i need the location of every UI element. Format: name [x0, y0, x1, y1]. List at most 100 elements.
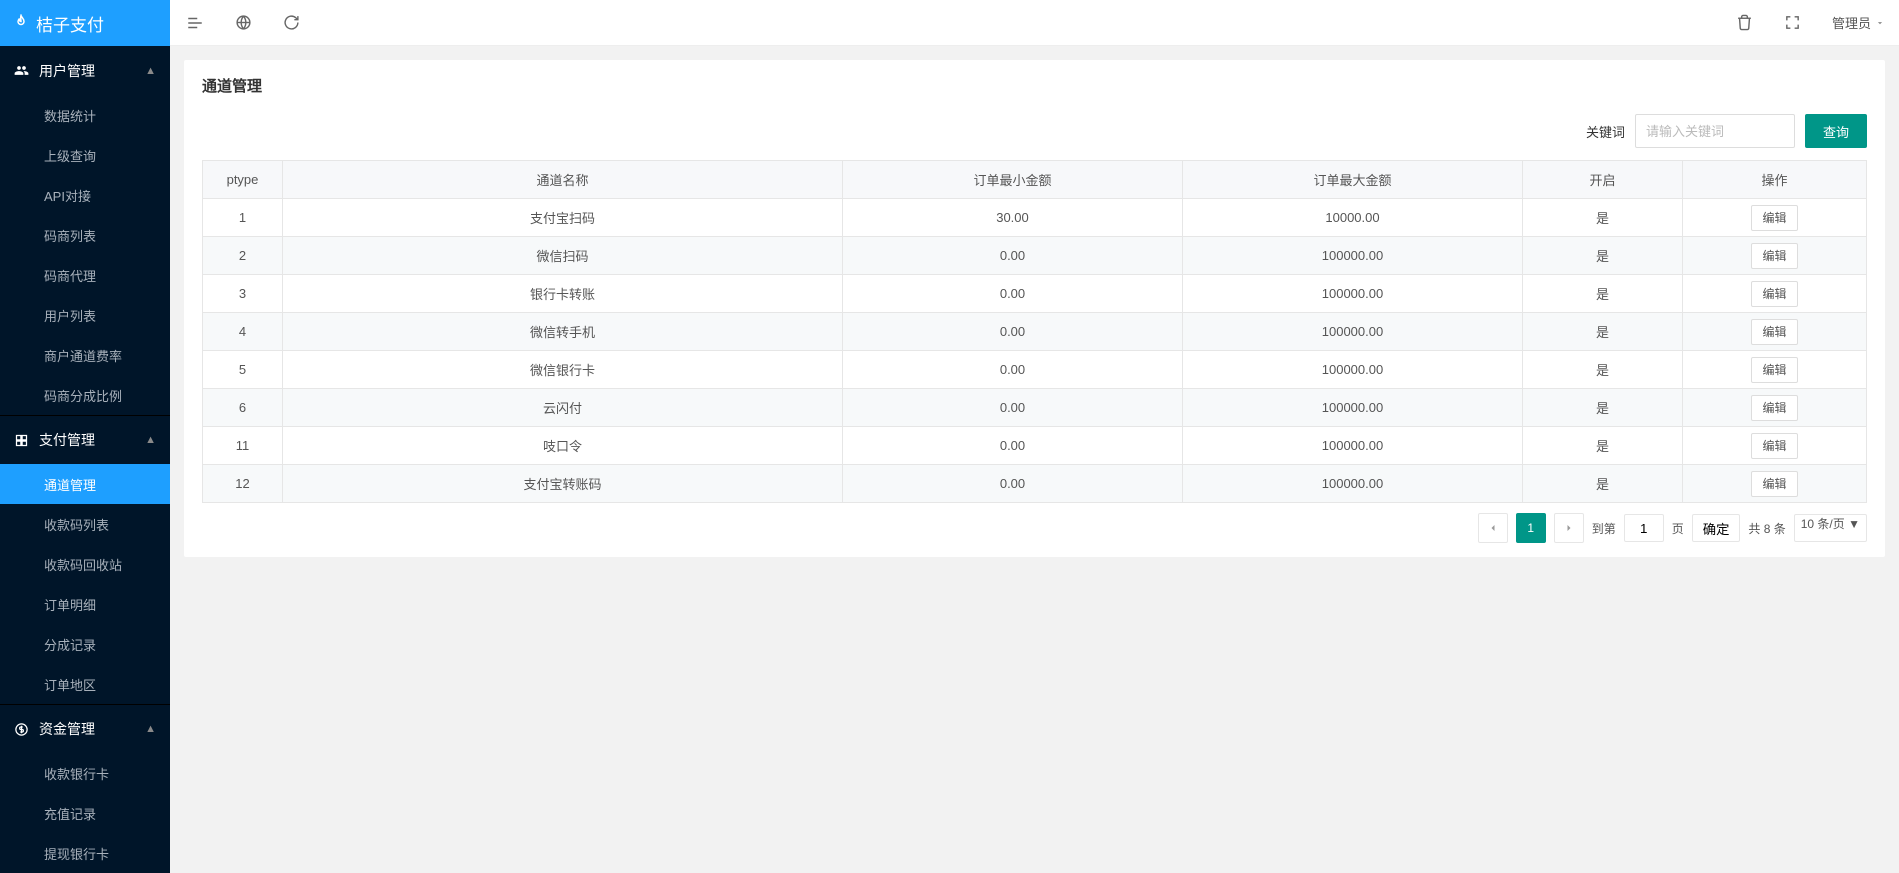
sidebar-item[interactable]: 商户通道费率: [0, 335, 170, 375]
cell-action: 编辑: [1683, 389, 1867, 427]
goto-input[interactable]: [1624, 514, 1664, 542]
table-row: 4微信转手机0.00100000.00是编辑: [203, 313, 1867, 351]
cell-ptype: 1: [203, 199, 283, 237]
cell-name: 微信转手机: [283, 313, 843, 351]
th-min: 订单最小金额: [843, 161, 1183, 199]
cell-open: 是: [1523, 313, 1683, 351]
cell-ptype: 4: [203, 313, 283, 351]
brand-text: 桔子支付: [36, 11, 104, 36]
cell-min: 0.00: [843, 237, 1183, 275]
th-action: 操作: [1683, 161, 1867, 199]
cell-name: 云闪付: [283, 389, 843, 427]
cell-max: 100000.00: [1183, 389, 1523, 427]
cell-action: 编辑: [1683, 275, 1867, 313]
cell-min: 0.00: [843, 465, 1183, 503]
table-row: 2微信扫码0.00100000.00是 编辑: [203, 237, 1867, 275]
cell-ptype: 5: [203, 351, 283, 389]
per-page-select[interactable]: 10 条/页 ▼: [1794, 514, 1867, 542]
pagination: 1 到第 页 确定 共 8 条 10 条/页 ▼: [202, 513, 1867, 543]
cell-action: 编辑: [1683, 351, 1867, 389]
sidebar-nav: 用户管理▲数据统计上级查询API对接码商列表码商代理用户列表商户通道费率码商分成…: [0, 46, 170, 873]
cell-name: 微信扫码: [283, 237, 843, 275]
cell-open: 是: [1523, 275, 1683, 313]
edit-button[interactable]: 编辑: [1751, 281, 1797, 307]
edit-button[interactable]: 编辑: [1751, 357, 1797, 383]
edit-button[interactable]: 编辑: [1751, 319, 1797, 345]
cell-min: 0.00: [843, 427, 1183, 465]
next-page[interactable]: [1554, 513, 1584, 543]
th-max: 订单最大金额: [1183, 161, 1523, 199]
cell-open: 是: [1523, 427, 1683, 465]
edit-button[interactable]: 编辑: [1751, 395, 1797, 421]
search-label: 关键词: [1586, 122, 1625, 141]
edit-button[interactable]: 编辑: [1751, 433, 1797, 459]
sidebar-item[interactable]: 收款码回收站: [0, 544, 170, 584]
edit-button[interactable]: 编辑: [1751, 205, 1797, 231]
total-count: 共 8 条: [1748, 520, 1785, 537]
sidebar-item[interactable]: 收款码列表: [0, 504, 170, 544]
cell-min: 0.00: [843, 313, 1183, 351]
sidebar-item[interactable]: 码商列表: [0, 215, 170, 255]
user-dropdown[interactable]: 管理员: [1832, 13, 1885, 32]
cell-min: 0.00: [843, 389, 1183, 427]
fullscreen-icon[interactable]: [1784, 14, 1802, 32]
cell-name: 吱口令: [283, 427, 843, 465]
menu-toggle-icon[interactable]: [186, 14, 204, 32]
sidebar-item[interactable]: 订单地区: [0, 664, 170, 704]
nav-group-head[interactable]: 支付管理▲: [0, 415, 170, 464]
sidebar-item[interactable]: API对接: [0, 175, 170, 215]
th-ptype: ptype: [203, 161, 283, 199]
cell-ptype: 12: [203, 465, 283, 503]
th-name: 通道名称: [283, 161, 843, 199]
cell-open: 是: [1523, 389, 1683, 427]
cell-ptype: 11: [203, 427, 283, 465]
cell-max: 100000.00: [1183, 275, 1523, 313]
cell-ptype: 3: [203, 275, 283, 313]
search-row: 关键词 查询: [202, 114, 1867, 148]
trash-icon[interactable]: [1736, 14, 1754, 32]
prev-page[interactable]: [1478, 513, 1508, 543]
refresh-icon[interactable]: [282, 14, 300, 32]
sidebar-item[interactable]: 码商分成比例: [0, 375, 170, 415]
search-button[interactable]: 查询: [1805, 114, 1867, 148]
topbar: 管理员: [170, 0, 1899, 46]
edit-button[interactable]: 编辑: [1751, 243, 1797, 269]
sidebar-item[interactable]: 码商代理: [0, 255, 170, 295]
user-label: 管理员: [1832, 13, 1871, 32]
chevron-up-icon: ▲: [145, 723, 156, 735]
card: 通道管理 关键词 查询 ptype 通道名称 订单最小金额 订单最大金额 开启: [184, 60, 1885, 557]
page-number[interactable]: 1: [1516, 513, 1546, 543]
sidebar-item[interactable]: 订单明细: [0, 584, 170, 624]
cell-action: 编辑: [1683, 427, 1867, 465]
globe-icon[interactable]: [234, 14, 252, 32]
cell-action: 编辑: [1683, 313, 1867, 351]
nav-group-head[interactable]: 资金管理▲: [0, 704, 170, 753]
page-suffix: 页: [1672, 520, 1684, 537]
nav-group-head[interactable]: 用户管理▲: [0, 46, 170, 95]
cell-max: 100000.00: [1183, 237, 1523, 275]
sidebar-item[interactable]: 通道管理: [0, 464, 170, 504]
chevron-up-icon: ▲: [145, 65, 156, 77]
cell-open: 是: [1523, 351, 1683, 389]
cell-max: 100000.00: [1183, 465, 1523, 503]
cell-name: 微信银行卡: [283, 351, 843, 389]
cell-ptype: 2: [203, 237, 283, 275]
cell-open: 是: [1523, 237, 1683, 275]
goto-confirm[interactable]: 确定: [1692, 514, 1741, 542]
sidebar-item[interactable]: 上级查询: [0, 135, 170, 175]
edit-button[interactable]: 编辑: [1751, 471, 1797, 497]
sidebar-item[interactable]: 数据统计: [0, 95, 170, 135]
sidebar-item[interactable]: 分成记录: [0, 624, 170, 664]
sidebar-item[interactable]: 提现银行卡: [0, 833, 170, 873]
keyword-input[interactable]: [1635, 114, 1795, 148]
cell-open: 是: [1523, 199, 1683, 237]
cell-min: 0.00: [843, 351, 1183, 389]
page-title: 通道管理: [202, 75, 1867, 96]
main-area: 管理员 通道管理 关键词 查询 ptype 通道名称: [170, 0, 1899, 873]
sidebar-item[interactable]: 充值记录: [0, 793, 170, 833]
cell-max: 100000.00: [1183, 427, 1523, 465]
cell-min: 30.00: [843, 199, 1183, 237]
sidebar-item[interactable]: 收款银行卡: [0, 753, 170, 793]
cell-ptype: 6: [203, 389, 283, 427]
sidebar-item[interactable]: 用户列表: [0, 295, 170, 335]
